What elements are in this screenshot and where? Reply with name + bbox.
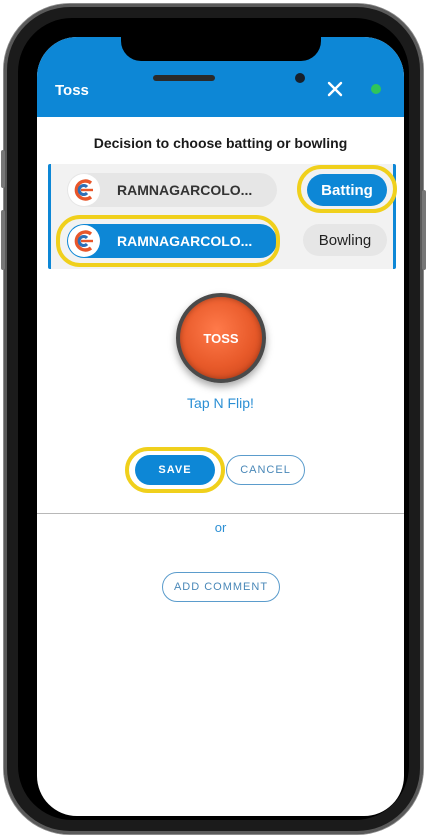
page-title: Toss bbox=[55, 82, 89, 99]
cancel-button[interactable]: CANCEL bbox=[226, 455, 305, 485]
app-header: Toss bbox=[37, 37, 404, 117]
add-comment-button[interactable]: ADD COMMENT bbox=[162, 572, 280, 602]
divider bbox=[37, 513, 404, 514]
close-icon[interactable] bbox=[324, 78, 346, 100]
team-option-1[interactable]: RAMNAGARCOLO... bbox=[67, 173, 277, 207]
toss-coin-button[interactable]: TOSS bbox=[176, 293, 266, 383]
side-button bbox=[1, 210, 5, 270]
decision-prompt: Decision to choose batting or bowling bbox=[93, 135, 348, 151]
tap-flip-hint: Tap N Flip! bbox=[187, 395, 254, 411]
team-option-2[interactable]: RAMNAGARCOLO... bbox=[67, 224, 277, 258]
team-name: RAMNAGARCOLO... bbox=[117, 182, 253, 198]
phone-notch bbox=[121, 37, 321, 61]
side-button bbox=[1, 150, 5, 188]
or-separator: or bbox=[214, 520, 227, 535]
team-logo-icon bbox=[68, 225, 100, 257]
save-button[interactable]: SAVE bbox=[135, 455, 215, 485]
team-selection-panel: RAMNAGARCOLO... RAMNAGARCOLO... Batting … bbox=[48, 164, 397, 269]
speaker bbox=[153, 75, 215, 81]
camera bbox=[295, 73, 305, 83]
team-logo-icon bbox=[68, 174, 100, 206]
batting-button[interactable]: Batting bbox=[307, 174, 387, 206]
app-screen: Toss Decision to choose batting or bowli… bbox=[37, 37, 404, 816]
bowling-button[interactable]: Bowling bbox=[303, 224, 387, 256]
side-button bbox=[422, 190, 426, 270]
team-name: RAMNAGARCOLO... bbox=[117, 233, 253, 249]
status-indicator bbox=[371, 84, 381, 94]
